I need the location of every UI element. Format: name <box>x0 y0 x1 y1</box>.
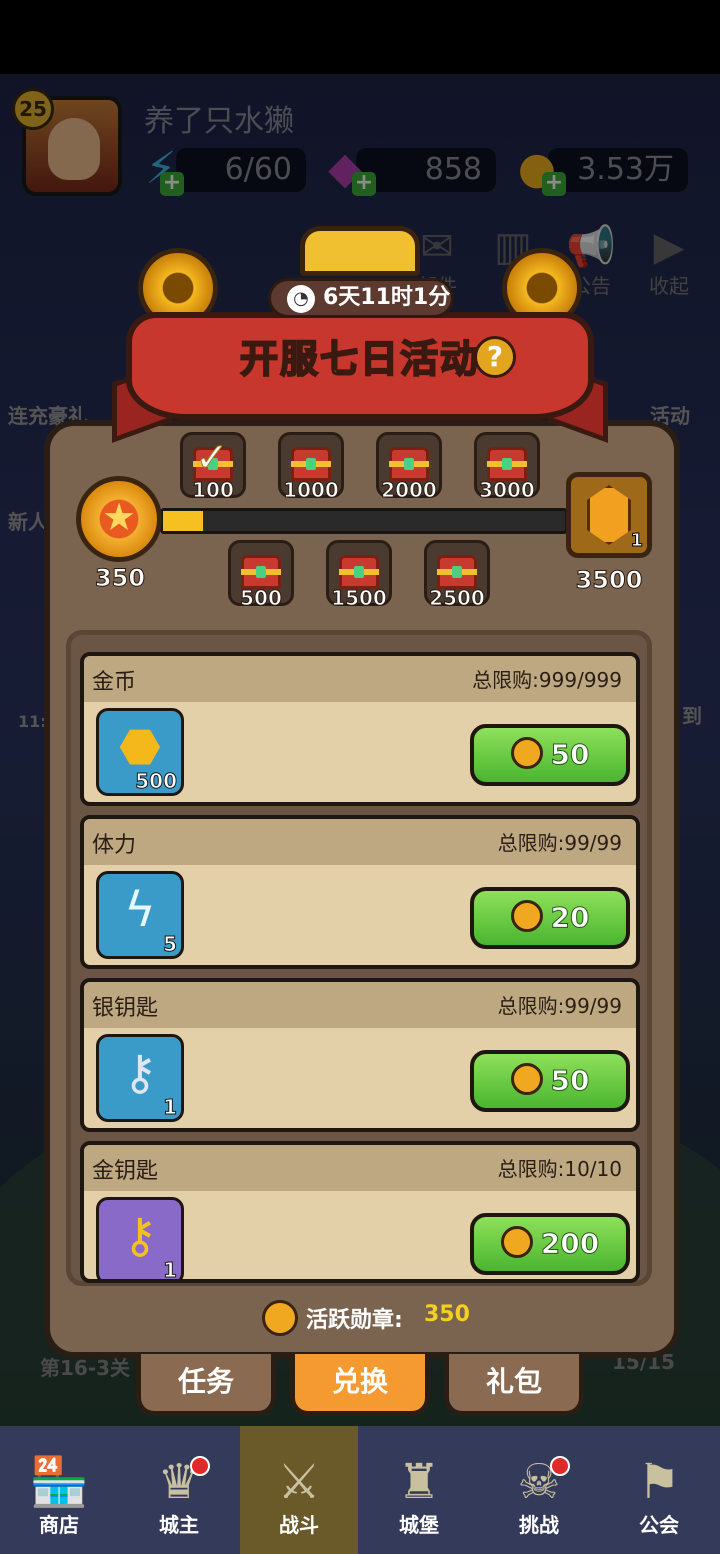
nav-item[interactable]: ♜ 城堡 <box>360 1426 478 1554</box>
event-timer: ◔ 6天11时1分 <box>268 278 454 318</box>
medal-icon <box>510 1063 543 1095</box>
event-timer-text: 6天11时1分 <box>323 285 451 310</box>
item-slot[interactable]: ϟ5 <box>96 871 184 959</box>
gold-key-icon: ⚷ <box>122 1208 158 1264</box>
exchange-button[interactable]: 20 <box>470 887 630 949</box>
exchange-price: 50 <box>550 738 590 772</box>
bottom-nav: 🏪 商店 ♛ 城主 ⚔ 战斗 ♜ 城堡 ☠ 挑战 ⚑ 公会 <box>0 1426 720 1554</box>
nav-label: 商店 <box>39 1513 79 1537</box>
milestone-label: 1500 <box>331 586 388 611</box>
nav-item[interactable]: ⚑ 公会 <box>600 1426 718 1554</box>
item-quantity: 500 <box>135 769 178 794</box>
clock-icon: ◔ <box>287 285 315 313</box>
final-reward-button[interactable]: 1 <box>566 472 652 558</box>
notification-dot <box>550 1456 570 1476</box>
milestone-label: 2000 <box>381 478 438 503</box>
item-slot[interactable]: ⬣ 500 <box>96 708 184 796</box>
nav-label: 城堡 <box>399 1513 439 1537</box>
medal-icon <box>500 1226 533 1258</box>
chest-lock <box>354 566 364 578</box>
milestone-label: 500 <box>240 586 283 611</box>
progress-track <box>160 508 568 534</box>
help-button[interactable]: ? <box>474 336 516 378</box>
medal-icon-small <box>262 1300 298 1336</box>
crown-icon: ♛ <box>157 1454 201 1510</box>
star-icon: ★ <box>101 495 137 539</box>
subtab[interactable]: 礼包 <box>444 1354 584 1416</box>
gold-coin-icon: ⬣ <box>119 719 161 775</box>
milestone-label: 100 <box>192 478 235 503</box>
item-quantity: 1 <box>163 1095 178 1120</box>
nav-item[interactable]: 🏪 商店 <box>0 1426 118 1554</box>
notification-dot <box>190 1456 210 1476</box>
exchange-price: 50 <box>550 1064 590 1098</box>
nav-label: 公会 <box>639 1513 679 1537</box>
skull-icon: ☠ <box>517 1454 561 1510</box>
purchase-limit: 总限购:99/99 <box>497 831 622 855</box>
nav-item[interactable]: ☠ 挑战 <box>480 1426 598 1554</box>
item-name: 体力 <box>92 833 137 858</box>
claimed-check-icon: ✓ <box>195 435 230 482</box>
item-quantity: 5 <box>163 932 178 957</box>
castle-icon: ♜ <box>397 1454 441 1510</box>
progress-fill <box>163 511 204 531</box>
item-slot[interactable]: ⚷ 1 <box>96 1034 184 1122</box>
item-name: 金币 <box>92 670 137 695</box>
chest-lock <box>502 458 512 470</box>
exchange-button[interactable]: 50 <box>470 1050 630 1112</box>
exchange-row: 体力 总限购:99/99 ϟ 5 20 <box>80 815 640 969</box>
chest-lock <box>306 458 316 470</box>
item-quantity: 1 <box>163 1258 178 1282</box>
exchange-row: 金钥匙 总限购:10/10 ⚷ 1 200 <box>80 1141 640 1283</box>
chest-lock <box>452 566 462 578</box>
purchase-limit: 总限购:99/99 <box>497 994 622 1018</box>
subtab[interactable]: 兑换 <box>290 1354 430 1416</box>
final-reward-count: 1 <box>630 530 643 552</box>
nav-label: 挑战 <box>519 1513 559 1537</box>
milestone-label: 3000 <box>479 478 536 503</box>
milestone-label: 2500 <box>429 586 486 611</box>
silver-key-icon: ⚷ <box>122 1045 158 1101</box>
nav-label: 城主 <box>159 1513 199 1537</box>
medal-icon: ★ <box>76 476 162 562</box>
medal-icon <box>510 900 543 932</box>
gift-bow-icon <box>300 226 420 276</box>
exchange-price: 200 <box>540 1227 600 1261</box>
medal-icon <box>510 737 543 769</box>
exchange-price: 20 <box>550 901 590 935</box>
exchange-row: 金币 总限购:999/999 ⬣ 500 50 <box>80 652 640 806</box>
swords-icon: ⚔ <box>277 1454 321 1510</box>
subtab[interactable]: 任务 <box>136 1354 276 1416</box>
exchange-button[interactable]: 200 <box>470 1213 630 1275</box>
milestone-label: 1000 <box>283 478 340 503</box>
medal-balance-value: 350 <box>424 1302 470 1327</box>
nav-item[interactable]: ♛ 城主 <box>120 1426 238 1554</box>
exchange-row: 银钥匙 总限购:99/99 ⚷ 1 50 <box>80 978 640 1132</box>
item-name: 金钥匙 <box>92 1159 159 1184</box>
item-name: 银钥匙 <box>92 996 159 1021</box>
progress-goal: 3500 <box>575 566 643 595</box>
chest-lock <box>404 458 414 470</box>
lightning-icon: ϟ <box>124 882 156 938</box>
purchase-limit: 总限购:999/999 <box>472 668 622 692</box>
exchange-button[interactable]: 50 <box>470 724 630 786</box>
status-bar <box>0 0 720 74</box>
shop-icon: 🏪 <box>29 1454 89 1510</box>
medal-balance-label: 活跃勋章: <box>306 1308 403 1333</box>
amber-gem-icon <box>587 485 631 545</box>
item-slot[interactable]: ⚷ 1 <box>96 1197 184 1282</box>
chest-lock <box>256 566 266 578</box>
purchase-limit: 总限购:10/10 <box>497 1157 622 1181</box>
nav-item[interactable]: ⚔ 战斗 <box>240 1426 358 1554</box>
banner-icon: ⚑ <box>637 1454 681 1510</box>
nav-label: 战斗 <box>279 1513 319 1537</box>
progress-current: 350 <box>94 564 146 593</box>
